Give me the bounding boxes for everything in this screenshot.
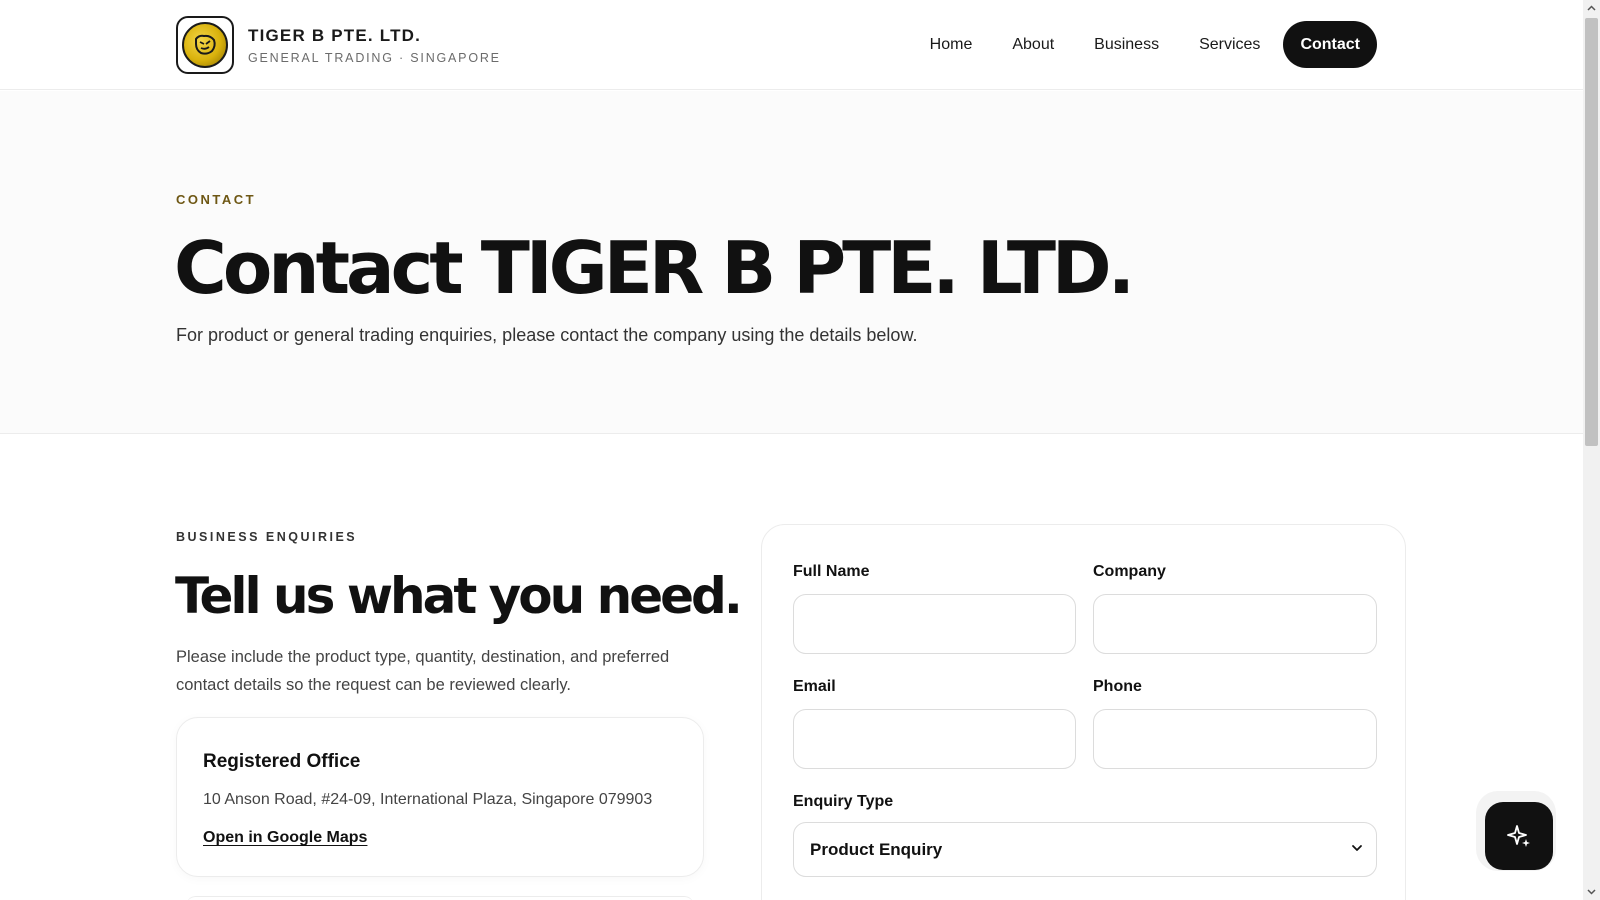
brand[interactable]: TIGER B PTE. LTD. GENERAL TRADING · SING… <box>176 16 501 74</box>
next-card-edge <box>186 896 694 900</box>
nav-services[interactable]: Services <box>1179 21 1280 68</box>
office-address: 10 Anson Road, #24-09, International Pla… <box>203 791 653 808</box>
scroll-up-arrow-icon[interactable] <box>1587 4 1596 13</box>
nav-about[interactable]: About <box>992 21 1074 68</box>
nav-business[interactable]: Business <box>1074 21 1179 68</box>
registered-office-card: Registered Office 10 Anson Road, #24-09,… <box>176 717 704 877</box>
phone-label: Phone <box>1093 678 1142 695</box>
enquiries-eyebrow: BUSINESS ENQUIRIES <box>176 530 358 544</box>
enquiries-title: Tell us what you need. <box>175 567 743 625</box>
chevron-down-icon <box>1352 845 1362 851</box>
company-label: Company <box>1093 563 1166 580</box>
hero-section: CONTACT Contact TIGER B PTE. LTD. For pr… <box>0 91 1583 434</box>
brand-tagline: GENERAL TRADING · SINGAPORE <box>248 50 501 65</box>
company-input[interactable] <box>1093 594 1377 654</box>
brand-logo <box>176 16 234 74</box>
hero-description: For product or general trading enquiries… <box>176 325 918 345</box>
site-header: TIGER B PTE. LTD. GENERAL TRADING · SING… <box>0 0 1583 90</box>
main-nav: Home About Business Services Contact <box>910 21 1377 68</box>
page-title: Contact TIGER B PTE. LTD. <box>174 226 1135 310</box>
enquiry-type-select[interactable]: Product Enquiry <box>793 822 1377 877</box>
hero-eyebrow: CONTACT <box>176 192 257 207</box>
email-label: Email <box>793 678 836 695</box>
brand-name: TIGER B PTE. LTD. <box>248 25 422 45</box>
phone-input[interactable] <box>1093 709 1377 769</box>
page-scrollbar[interactable] <box>1583 0 1600 900</box>
enquiries-description: Please include the product type, quantit… <box>176 648 670 694</box>
nav-contact[interactable]: Contact <box>1283 21 1377 68</box>
scrollbar-thumb[interactable] <box>1585 18 1598 446</box>
scroll-down-arrow-icon[interactable] <box>1587 887 1596 896</box>
email-input[interactable] <box>793 709 1076 769</box>
full-name-label: Full Name <box>793 563 870 580</box>
enquiry-form: Full Name Company Email Phone Enquiry Ty… <box>761 524 1406 900</box>
full-name-input[interactable] <box>793 594 1076 654</box>
sparkle-icon <box>1507 825 1530 847</box>
office-title: Registered Office <box>203 751 361 772</box>
enquiry-type-label: Enquiry Type <box>793 793 894 810</box>
tiger-head-icon <box>182 22 228 68</box>
ai-assistant-button[interactable] <box>1485 802 1553 870</box>
nav-home[interactable]: Home <box>910 21 993 68</box>
enquiry-type-value: Product Enquiry <box>810 839 943 859</box>
google-maps-link[interactable]: Open in Google Maps <box>203 829 367 847</box>
